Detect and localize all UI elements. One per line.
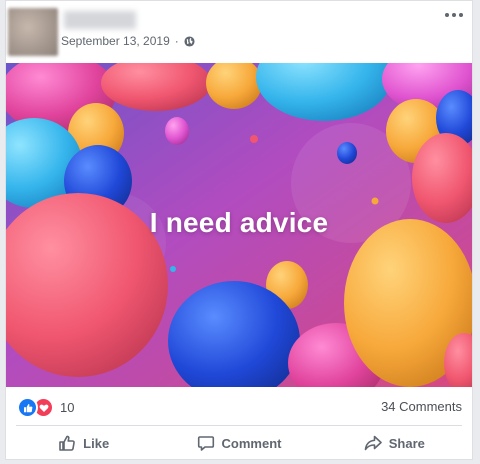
thumbs-up-icon xyxy=(59,435,75,451)
share-label: Share xyxy=(388,435,425,451)
post-meta: September 13, 2019 · xyxy=(61,34,195,48)
divider xyxy=(16,425,462,426)
comment-button[interactable]: Comment xyxy=(161,429,316,457)
globe-icon[interactable] xyxy=(184,35,195,47)
more-options-icon[interactable] xyxy=(445,13,463,19)
share-button[interactable]: Share xyxy=(317,429,472,457)
post-image[interactable]: I need advice xyxy=(6,63,472,387)
like-label: Like xyxy=(83,435,110,451)
post-actions: Like Comment Share xyxy=(6,429,472,457)
author-name-redacted[interactable] xyxy=(64,11,136,29)
like-button[interactable]: Like xyxy=(6,429,161,457)
avatar[interactable] xyxy=(8,8,58,56)
comment-label: Comment xyxy=(221,435,282,451)
post-date[interactable]: September 13, 2019 xyxy=(61,34,170,48)
reactions-summary[interactable]: 10 xyxy=(17,397,74,418)
image-headline: I need advice xyxy=(149,207,329,238)
comments-count-link[interactable]: 34 Comments xyxy=(381,399,462,414)
share-icon xyxy=(364,435,382,451)
reaction-count: 10 xyxy=(60,400,75,415)
like-icon xyxy=(17,397,38,418)
post-card: September 13, 2019 · I need advice 10 34… xyxy=(5,0,473,460)
comment-icon xyxy=(197,436,214,451)
